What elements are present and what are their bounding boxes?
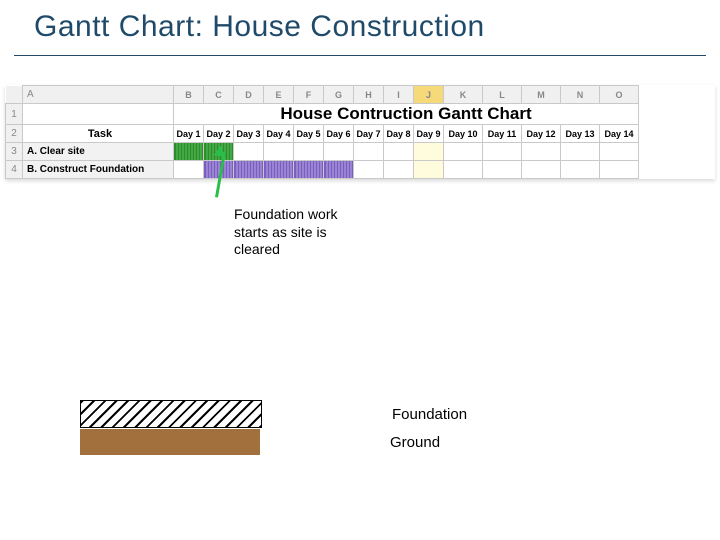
row-1: 1 House Contruction Gantt Chart bbox=[6, 104, 639, 125]
slide-title: Gantt Chart: House Construction bbox=[34, 10, 485, 44]
task-b-day4 bbox=[264, 161, 294, 179]
gantt-table: A B C D E F G H I J K L M N O 1 House Co… bbox=[5, 85, 639, 179]
col-letter-row: A B C D E F G H I J K L M N O bbox=[6, 86, 639, 104]
colhdr-F: F bbox=[294, 86, 324, 104]
colhdr-D: D bbox=[234, 86, 264, 104]
gantt-chart-title: House Contruction Gantt Chart bbox=[174, 104, 639, 125]
day-7-hdr: Day 7 bbox=[354, 125, 384, 143]
title-underline bbox=[14, 55, 706, 56]
row-4: 4 B. Construct Foundation bbox=[6, 161, 639, 179]
colhdr-O: O bbox=[600, 86, 639, 104]
day-6-hdr: Day 6 bbox=[324, 125, 354, 143]
rowhdr-4: 4 bbox=[6, 161, 23, 179]
row-3: 3 A. Clear site bbox=[6, 143, 639, 161]
colhdr-J: J bbox=[414, 86, 444, 104]
row-2: 2 Task Day 1 Day 2 Day 3 Day 4 Day 5 Day… bbox=[6, 125, 639, 143]
task-b-day6 bbox=[324, 161, 354, 179]
task-a-day9-selected bbox=[414, 143, 444, 161]
legend-ground-swatch bbox=[80, 429, 260, 455]
corner-cell bbox=[6, 86, 23, 104]
legend-foundation-swatch bbox=[80, 400, 262, 428]
task-b-day9-selected bbox=[414, 161, 444, 179]
arrow-line-icon bbox=[215, 152, 226, 198]
annotation-text: Foundation work starts as site is cleare… bbox=[234, 206, 374, 259]
day-10-hdr: Day 10 bbox=[444, 125, 483, 143]
colhdr-B: B bbox=[174, 86, 204, 104]
task-header: Task bbox=[23, 125, 174, 143]
day-5-hdr: Day 5 bbox=[294, 125, 324, 143]
colhdr-N: N bbox=[561, 86, 600, 104]
legend-foundation-row: Foundation bbox=[80, 400, 680, 428]
task-b-name: B. Construct Foundation bbox=[23, 161, 174, 179]
task-b-day5 bbox=[294, 161, 324, 179]
day-14-hdr: Day 14 bbox=[600, 125, 639, 143]
day-1-hdr: Day 1 bbox=[174, 125, 204, 143]
day-9-hdr: Day 9 bbox=[414, 125, 444, 143]
rowhdr-3: 3 bbox=[6, 143, 23, 161]
day-4-hdr: Day 4 bbox=[264, 125, 294, 143]
colhdr-I: I bbox=[384, 86, 414, 104]
day-2-hdr: Day 2 bbox=[204, 125, 234, 143]
day-8-hdr: Day 8 bbox=[384, 125, 414, 143]
colhdr-C: C bbox=[204, 86, 234, 104]
task-a-name: A. Clear site bbox=[23, 143, 174, 161]
legend: Foundation Ground bbox=[80, 400, 680, 456]
colhdr-E: E bbox=[264, 86, 294, 104]
colhdr-H: H bbox=[354, 86, 384, 104]
legend-ground-row: Ground bbox=[80, 428, 680, 456]
colhdr-G: G bbox=[324, 86, 354, 104]
day-3-hdr: Day 3 bbox=[234, 125, 264, 143]
spreadsheet-gantt: A B C D E F G H I J K L M N O 1 House Co… bbox=[5, 85, 715, 179]
colhdr-L: L bbox=[483, 86, 522, 104]
day-11-hdr: Day 11 bbox=[483, 125, 522, 143]
legend-foundation-label: Foundation bbox=[392, 406, 467, 423]
legend-ground-label: Ground bbox=[390, 434, 440, 451]
rowhdr-2: 2 bbox=[6, 125, 23, 143]
rowhdr-1: 1 bbox=[6, 104, 23, 125]
colhdr-K: K bbox=[444, 86, 483, 104]
annotation-arrow bbox=[195, 148, 255, 208]
colhdr-A: A bbox=[23, 86, 174, 104]
day-12-hdr: Day 12 bbox=[522, 125, 561, 143]
day-13-hdr: Day 13 bbox=[561, 125, 600, 143]
colhdr-M: M bbox=[522, 86, 561, 104]
